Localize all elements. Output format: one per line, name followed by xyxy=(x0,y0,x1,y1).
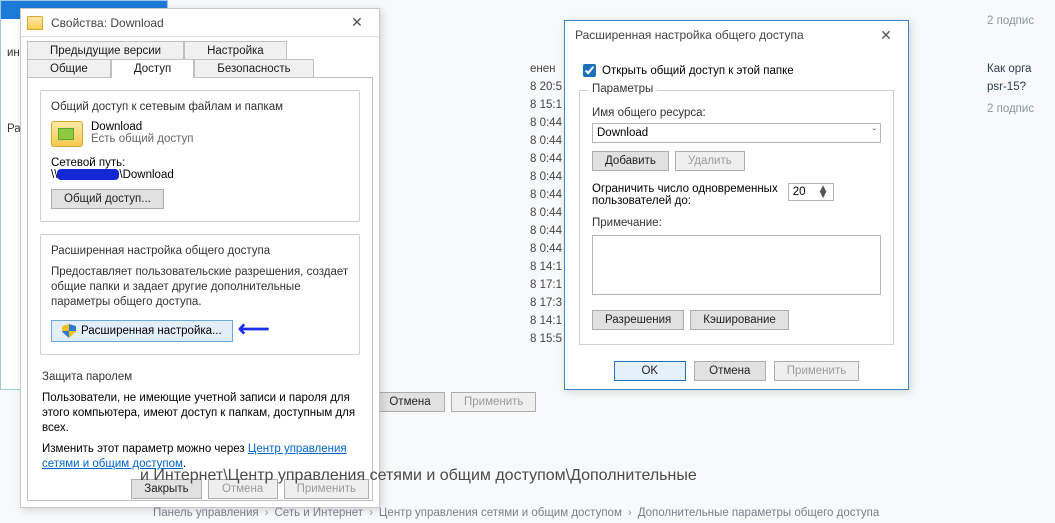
dialog-buttons: OK Отмена Применить xyxy=(579,361,894,381)
advanced-share-box: Расширенная настройка общего доступа Пре… xyxy=(40,234,360,355)
titlebar: Расширенная настройка общего доступа ✕ xyxy=(565,21,908,49)
path-text: и Интернет\Центр управления сетями и общ… xyxy=(140,467,1045,485)
shared-folder-icon xyxy=(51,121,83,147)
tab-prev-versions[interactable]: Предыдущие версии xyxy=(27,41,184,60)
share-status: Есть общий доступ xyxy=(51,133,349,145)
time-cell: 8 20:5 xyxy=(530,78,562,96)
time-cell: 8 0:44 xyxy=(530,222,562,240)
box2-desc: Предоставляет пользовательские разрешени… xyxy=(51,265,349,310)
cancel-button[interactable]: Отмена xyxy=(694,361,766,381)
tab-security[interactable]: Безопасность xyxy=(194,59,313,78)
subscribe-count: 2 подпис xyxy=(987,12,1047,30)
time-cell: 8 0:44 xyxy=(530,150,562,168)
box3-title: Защита паролем xyxy=(42,371,358,383)
advanced-sharing-button[interactable]: Расширенная настройка... xyxy=(51,320,233,342)
time-cell: 8 0:44 xyxy=(530,240,562,258)
time-cell: 8 17:1 xyxy=(530,276,562,294)
tab-sharing[interactable]: Доступ xyxy=(111,59,194,78)
close-icon[interactable]: ✕ xyxy=(870,27,902,44)
tab-customize[interactable]: Настройка xyxy=(184,41,287,60)
shield-icon xyxy=(62,324,76,338)
params-fieldset: Параметры Имя общего ресурса: Download ˇ… xyxy=(579,90,894,345)
time-cell: 8 17:3 xyxy=(530,294,562,312)
ok-button[interactable]: OK xyxy=(614,361,686,381)
breadcrumb-item[interactable]: Панель управления xyxy=(150,507,262,519)
breadcrumb-item[interactable]: Центр управления сетями и общим доступом xyxy=(376,507,625,519)
advanced-sharing-window: Расширенная настройка общего доступа ✕ О… xyxy=(564,20,909,390)
titlebar: Свойства: Download ✕ xyxy=(21,9,379,37)
tab-bar: Предыдущие версии Настройка Общие Доступ… xyxy=(21,37,379,77)
question-title-partial: Как оргаpsr-15? xyxy=(987,60,1047,96)
share-name-label: Имя общего ресурса: xyxy=(592,107,881,119)
chevron-right-icon: › xyxy=(262,507,272,519)
sidebar: 2 подпис Как оргаpsr-15? 2 подпис xyxy=(987,12,1047,118)
network-path: \\\Download xyxy=(51,169,349,181)
window-title: Расширенная настройка общего доступа xyxy=(571,28,870,42)
bg-button-row: Отмена Применить xyxy=(375,392,536,412)
time-cell: 8 0:44 xyxy=(530,204,562,222)
time-cell: 8 0:44 xyxy=(530,168,562,186)
share-name-select[interactable]: Download ˇ xyxy=(592,123,881,143)
time-cell: 8 0:44 xyxy=(530,114,562,132)
bg-apply-button: Применить xyxy=(451,392,536,412)
params-legend: Параметры xyxy=(588,83,657,95)
limit-label: Ограничить число одновременных пользоват… xyxy=(592,183,778,207)
time-cell: 8 14:1 xyxy=(530,258,562,276)
box1-title: Общий доступ к сетевым файлам и папкам xyxy=(51,101,349,113)
chevron-down-icon: ˇ xyxy=(873,128,876,139)
breadcrumb-item[interactable]: Дополнительные параметры общего доступа xyxy=(635,507,883,519)
time-cell: 8 15:5 xyxy=(530,330,562,348)
password-protect-box: Защита паролем Пользователи, не имеющие … xyxy=(40,367,360,476)
box3-desc1: Пользователи, не имеющие учетной записи … xyxy=(42,391,358,436)
caching-button[interactable]: Кэширование xyxy=(690,310,789,330)
tab-content: Общий доступ к сетевым файлам и папкам D… xyxy=(27,77,373,501)
time-cell: 8 14:1 xyxy=(530,312,562,330)
path-label: Сетевой путь: xyxy=(51,157,349,169)
share-name: Download xyxy=(51,121,349,133)
redacted-host xyxy=(57,169,119,180)
subscribe-count: 2 подпис xyxy=(987,100,1047,118)
tab-general[interactable]: Общие xyxy=(27,59,111,78)
add-button[interactable]: Добавить xyxy=(592,151,669,171)
chevron-right-icon: › xyxy=(366,507,376,519)
folder-icon xyxy=(27,16,43,30)
breadcrumb-item[interactable]: Сеть и Интернет xyxy=(272,507,367,519)
share-folder-checkbox[interactable]: Открыть общий доступ к этой папке xyxy=(579,61,894,80)
time-cell: 8 15:1 xyxy=(530,96,562,114)
share-checkbox-input[interactable] xyxy=(583,64,596,77)
note-label: Примечание: xyxy=(592,217,881,229)
properties-window: Свойства: Download ✕ Предыдущие версии Н… xyxy=(20,8,380,508)
time-cell: 8 0:44 xyxy=(530,132,562,150)
timestamps-column: енен8 20:58 15:18 0:448 0:448 0:448 0:44… xyxy=(530,60,562,348)
network-share-box: Общий доступ к сетевым файлам и папкам D… xyxy=(40,90,360,222)
box2-title: Расширенная настройка общего доступа xyxy=(51,245,349,257)
apply-button: Применить xyxy=(774,361,859,381)
breadcrumb[interactable]: Панель управления›Сеть и Интернет›Центр … xyxy=(150,507,882,519)
share-button[interactable]: Общий доступ... xyxy=(51,189,164,209)
window-title: Свойства: Download xyxy=(47,16,341,30)
note-textarea[interactable] xyxy=(592,235,881,295)
spinner-icon[interactable]: ▲▼ xyxy=(817,186,828,198)
chevron-right-icon: › xyxy=(625,507,635,519)
close-icon[interactable]: ✕ xyxy=(341,14,373,31)
delete-button: Удалить xyxy=(675,151,745,171)
bg-cancel-button[interactable]: Отмена xyxy=(375,392,445,412)
permissions-button[interactable]: Разрешения xyxy=(592,310,684,330)
time-cell: енен xyxy=(530,60,562,78)
time-cell: 8 0:44 xyxy=(530,186,562,204)
limit-spinner[interactable]: 20 ▲▼ xyxy=(788,183,834,201)
